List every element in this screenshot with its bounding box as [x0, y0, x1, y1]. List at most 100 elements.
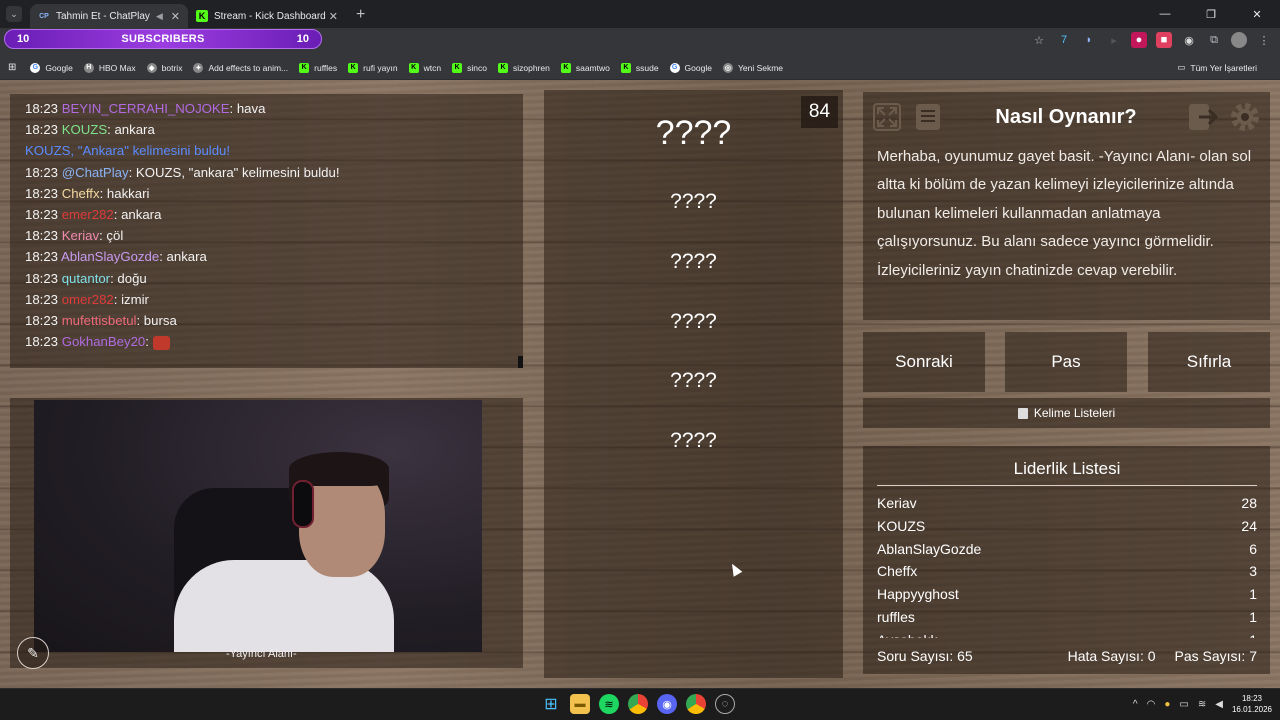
bookmark-sinco[interactable]: Ksinco [452, 62, 487, 73]
bookmark-ruffles[interactable]: Kruffles [299, 62, 338, 73]
system-tray: ^ ◠ ● ▭ ≋ ◀ 18:23 16.01.2026 [1133, 693, 1272, 715]
extension-icon[interactable]: ■ [1156, 32, 1172, 48]
leaderboard-row: KOUZS 24 [877, 515, 1257, 538]
star-icon[interactable]: ☆ [1031, 32, 1047, 48]
apps-grid-icon[interactable]: ⊞ [8, 62, 16, 73]
profile-avatar[interactable] [1231, 32, 1247, 48]
bookmark-label: Google [45, 62, 73, 73]
bookmark-botrix[interactable]: ◆ botrix [146, 62, 182, 73]
game-stats: Soru Sayısı: 65 Hata Sayısı: 0 Pas Sayıs… [877, 648, 1257, 664]
edit-pencil-button[interactable]: ✎ [17, 637, 49, 669]
notebook-icon [1017, 407, 1028, 419]
chat-username[interactable]: BEYIN_CERRAHI_NOJOKE [62, 101, 230, 116]
extension-icon[interactable]: ▸ [1106, 32, 1122, 48]
tab-kick-dashboard[interactable]: K Stream - Kick Dashboard ✕ [188, 4, 346, 28]
chat-time: 18:23 [25, 206, 59, 222]
wifi-icon[interactable]: ≋ [1198, 699, 1206, 710]
forbidden-word: ???? [670, 250, 717, 273]
chat-message: 18:23 BEYIN_CERRAHI_NOJOKE: hava [25, 98, 523, 119]
system-clock[interactable]: 18:23 16.01.2026 [1232, 693, 1272, 715]
word-lists-label: Kelime Listeleri [1033, 406, 1116, 420]
bookmark-google-2[interactable]: G Google [669, 62, 712, 73]
word-lists-button[interactable]: Kelime Listeleri [863, 398, 1270, 428]
settings-gear-icon[interactable] [1229, 101, 1261, 133]
logout-icon[interactable] [1187, 101, 1219, 133]
player-name: Cheffx [877, 563, 918, 580]
bookmark-sizophren[interactable]: Ksizophren [497, 62, 550, 73]
bookmark-ssude[interactable]: Kssude [620, 62, 659, 73]
chevron-up-icon[interactable]: ^ [1133, 699, 1138, 710]
chat-username[interactable]: qutantor [62, 271, 110, 286]
file-explorer-icon[interactable]: ▬ [570, 694, 590, 714]
translate-extension-icon[interactable]: 7 [1056, 32, 1072, 48]
chatplay-favicon-icon: CP [39, 12, 49, 20]
chat-scrollbar[interactable] [518, 356, 523, 368]
bookmarks-bar: ⊞ G Google H HBO Max ◆ botrix ✦ Add effects … [0, 56, 1280, 80]
audio-extension-icon[interactable]: ◗ [1081, 32, 1097, 48]
close-tab-icon[interactable]: ✕ [329, 10, 338, 23]
network-icon[interactable]: ◠ [1147, 699, 1156, 710]
all-bookmarks-button[interactable]: ▭ Tüm Yer İşaretleri [1177, 62, 1257, 73]
bookmark-wtcn[interactable]: Kwtcn [408, 62, 441, 73]
bookmark-label: ruffles [314, 62, 338, 73]
chat-username[interactable]: omer282 [62, 292, 114, 307]
new-tab-button[interactable]: + [356, 6, 365, 24]
menu-icon[interactable]: ⋮ [1256, 32, 1272, 48]
bookmark-saamtwo[interactable]: Ksaamtwo [560, 62, 610, 73]
extension-icon[interactable]: ◉ [1181, 32, 1197, 48]
player-name: Aysebekk [877, 629, 937, 638]
leaderboard-list[interactable]: Keriav 28 KOUZS 24 AblanSlayGozde 6 Cheffx 3 Hap… [877, 492, 1257, 638]
pass-button[interactable]: Pas [1005, 332, 1127, 392]
discord-icon[interactable]: ◉ [657, 694, 677, 714]
player-name: KOUZS [877, 517, 926, 534]
display-icon[interactable]: ▭ [1179, 699, 1188, 710]
effects-icon: ✦ [193, 62, 204, 73]
hbo-icon: H [83, 62, 94, 73]
close-window-icon[interactable]: ✕ [1234, 0, 1280, 28]
toolbar-icons: ☆ 7 ◗ ▸ ● ■ ◉ ⧉ ⋮ [1031, 32, 1272, 48]
spotify-icon[interactable]: ≋ [599, 694, 619, 714]
obs-icon[interactable]: ◌ [715, 694, 735, 714]
bookmark-yeni-sekme[interactable]: ◎ Yeni Sekme [722, 62, 783, 73]
document-icon[interactable] [912, 101, 944, 133]
chat-username[interactable]: GokhanBey20 [62, 334, 146, 349]
reset-button[interactable]: Sıfırla [1148, 332, 1270, 392]
windows-start-icon[interactable]: ⊞ [541, 694, 561, 714]
bookmark-google[interactable]: G Google [30, 62, 73, 73]
forbidden-word: ???? [670, 190, 717, 213]
extension-icon[interactable]: ● [1131, 32, 1147, 48]
fullscreen-icon[interactable] [871, 101, 903, 133]
chat-panel: 18:23 BEYIN_CERRAHI_NOJOKE: hava 18:23 KO… [10, 94, 523, 368]
chat-username[interactable]: mufettisbetul [62, 313, 137, 328]
google-icon: G [669, 62, 680, 73]
restore-icon[interactable]: ❐ [1188, 0, 1234, 28]
speaker-icon[interactable]: ◀ [156, 11, 163, 22]
next-button[interactable]: Sonraki [863, 332, 985, 392]
kick-icon: K [348, 62, 359, 73]
leaderboard-row: Aysebekk 1 [877, 629, 1257, 638]
chat-username[interactable]: AblanSlayGozde [61, 249, 159, 264]
chat-username[interactable]: Keriav [62, 228, 99, 243]
bookmark-hbo-max[interactable]: H HBO Max [83, 62, 136, 73]
chat-username[interactable]: Cheffx [62, 186, 100, 201]
chrome-icon[interactable] [628, 694, 648, 714]
minimize-icon[interactable]: — [1142, 0, 1188, 28]
bookmark-rufi-yayin[interactable]: Krufi yayın [348, 62, 398, 73]
forbidden-word: ???? [670, 310, 717, 333]
leaderboard-row: Cheffx 3 [877, 560, 1257, 583]
close-tab-icon[interactable]: ✕ [171, 10, 180, 23]
chat-username[interactable]: KOUZS, "Ankara" kelimesini buldu! [25, 143, 230, 158]
tab-search-button[interactable]: ⌄ [6, 6, 22, 22]
chat-username[interactable]: emer282 [62, 207, 114, 222]
chat-text: : hakkari [99, 185, 150, 201]
puzzle-icon[interactable]: ⧉ [1206, 32, 1222, 48]
microphone-icon[interactable]: ● [1164, 699, 1170, 710]
bookmark-add-effects[interactable]: ✦ Add effects to anim... [193, 62, 288, 73]
chrome-icon[interactable] [686, 694, 706, 714]
chat-message: 18:23 Cheffx: hakkari [25, 183, 523, 204]
chat-username[interactable]: @ChatPlay [62, 165, 129, 180]
chat-time: 18:23 [25, 291, 59, 307]
tab-tahmin-et[interactable]: CP Tahmin Et - ChatPlay ◀ ✕ [30, 4, 188, 28]
chat-username[interactable]: KOUZS [62, 122, 107, 137]
volume-icon[interactable]: ◀ [1215, 699, 1223, 710]
